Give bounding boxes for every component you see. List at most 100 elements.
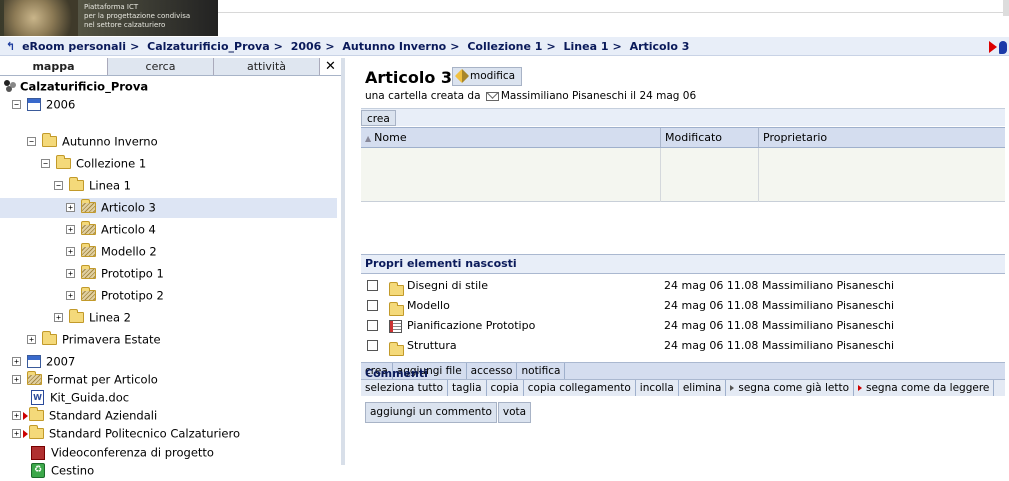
breadcrumb-item[interactable]: eRoom personali: [22, 40, 126, 53]
expand-icon[interactable]: +: [66, 291, 75, 300]
tree-root[interactable]: Calzaturificio_Prova: [4, 76, 148, 96]
banner-line-1: Piattaforma ICT: [84, 3, 139, 11]
breadcrumb-current: Articolo 3: [629, 40, 690, 53]
globe-image: [4, 0, 78, 36]
copy-link-button[interactable]: copia collegamento: [524, 380, 636, 396]
expand-icon[interactable]: +: [66, 203, 75, 212]
flags: [989, 40, 1007, 54]
collapse-icon[interactable]: −: [12, 100, 21, 109]
up-arrow-icon[interactable]: ↰: [6, 40, 15, 53]
mark-unread-button[interactable]: segna come da leggere: [854, 380, 995, 396]
paste-button[interactable]: incolla: [636, 380, 679, 396]
breadcrumb: ↰ eRoom personali > Calzaturificio_Prova >…: [0, 37, 1009, 56]
row-checkbox[interactable]: [367, 300, 378, 311]
sort-icon: ▲: [365, 134, 372, 143]
tree-node[interactable]: Videoconferenza di progetto: [31, 442, 214, 462]
article-folder-icon: [81, 221, 96, 235]
notify-button[interactable]: notifica: [517, 363, 566, 379]
tree-node[interactable]: W Kit_Guida.doc: [31, 387, 129, 407]
calendar-folder-icon: [27, 98, 41, 111]
main-content: Articolo 3 modifica una cartella creata …: [349, 58, 1009, 465]
select-all-button[interactable]: seleziona tutto: [361, 380, 449, 396]
tab-activity[interactable]: attività: [214, 58, 320, 75]
tree-node[interactable]: + Format per Articolo: [12, 369, 158, 389]
row-name[interactable]: Disegni di stile: [407, 276, 488, 296]
tree-node[interactable]: + Linea 2: [54, 307, 131, 327]
expand-icon[interactable]: +: [12, 429, 21, 438]
article-folder-icon: [81, 243, 96, 257]
row-name[interactable]: Modello: [407, 296, 450, 316]
page-title: Articolo 3: [365, 68, 453, 87]
column-divider: [758, 148, 759, 202]
edit-button[interactable]: modifica: [452, 67, 523, 86]
expand-icon[interactable]: +: [27, 335, 36, 344]
expand-icon[interactable]: +: [12, 375, 21, 384]
tab-map[interactable]: mappa: [0, 58, 108, 75]
row-checkbox[interactable]: [367, 320, 378, 331]
comment-buttons: aggiungi un commento vota: [365, 402, 532, 424]
tree-node[interactable]: + Primavera Estate: [27, 329, 161, 349]
cut-button[interactable]: taglia: [448, 380, 487, 396]
expand-icon[interactable]: +: [54, 313, 63, 322]
collapse-icon[interactable]: −: [54, 181, 63, 190]
article-folder-icon: [81, 199, 96, 213]
tree-node[interactable]: − Linea 1: [54, 175, 131, 195]
access-button[interactable]: accesso: [467, 363, 518, 379]
tree-node[interactable]: + Standard Aziendali: [12, 405, 157, 425]
create-button[interactable]: crea: [361, 110, 396, 126]
breadcrumb-separator: >: [325, 40, 335, 53]
tree-node-selected[interactable]: + Articolo 3: [66, 197, 156, 217]
creator-name[interactable]: Massimiliano Pisaneschi: [501, 90, 627, 102]
subtitle-prefix: una cartella creata da: [365, 90, 481, 102]
breadcrumb-item[interactable]: Autunno Inverno: [342, 40, 446, 53]
copy-button[interactable]: copia: [487, 380, 524, 396]
pencil-icon: [454, 68, 470, 84]
collapse-icon[interactable]: −: [27, 137, 36, 146]
row-name[interactable]: Struttura: [407, 336, 457, 356]
breadcrumb-item[interactable]: 2006: [291, 40, 322, 53]
row-name[interactable]: Pianificazione Prototipo: [407, 316, 535, 336]
tree-node[interactable]: ♻ Cestino: [31, 460, 94, 480]
breadcrumb-item[interactable]: Linea 1: [564, 40, 609, 53]
table-row[interactable]: Pianificazione Prototipo 24 mag 06 11.08…: [361, 316, 1005, 336]
expand-icon[interactable]: +: [66, 247, 75, 256]
breadcrumb-item[interactable]: Calzaturificio_Prova: [147, 40, 270, 53]
row-checkbox[interactable]: [367, 340, 378, 351]
tree-node[interactable]: + Modello 2: [66, 241, 157, 261]
expand-icon[interactable]: +: [12, 411, 21, 420]
column-name[interactable]: ▲ Nome: [361, 128, 660, 147]
table-row[interactable]: Modello 24 mag 06 11.08 Massimiliano Pis…: [361, 296, 1005, 316]
created-date: il 24 mag 06: [630, 90, 697, 102]
expand-icon[interactable]: +: [66, 225, 75, 234]
mark-read-button[interactable]: segna come già letto: [726, 380, 854, 396]
red-triangle-icon: [858, 385, 862, 391]
add-comment-button[interactable]: aggiungi un commento: [365, 402, 497, 423]
red-flag-icon[interactable]: [989, 41, 997, 53]
column-owner[interactable]: Proprietario: [758, 128, 1005, 147]
collapse-icon[interactable]: −: [41, 159, 50, 168]
expand-icon[interactable]: +: [12, 357, 21, 366]
tree-node[interactable]: +2007: [12, 351, 75, 371]
tree-node[interactable]: − Collezione 1: [41, 153, 146, 173]
close-icon[interactable]: ✕: [320, 58, 341, 75]
table-row[interactable]: Disegni di stile 24 mag 06 11.08 Massimi…: [361, 276, 1005, 296]
article-folder-icon: [81, 287, 96, 301]
vote-button[interactable]: vota: [497, 402, 532, 423]
tab-search[interactable]: cerca: [108, 58, 214, 75]
table-row[interactable]: Struttura 24 mag 06 11.08 Massimiliano P…: [361, 336, 1005, 356]
breadcrumb-separator: >: [546, 40, 556, 53]
tree-node[interactable]: + Standard Politecnico Calzaturiero: [12, 423, 240, 443]
expand-icon[interactable]: +: [66, 269, 75, 278]
blue-marker-icon[interactable]: [999, 40, 1007, 54]
column-modified[interactable]: Modificato: [660, 128, 758, 147]
row-checkbox[interactable]: [367, 280, 378, 291]
tree-node[interactable]: −2006: [12, 94, 75, 114]
tree-node[interactable]: − Autunno Inverno: [27, 131, 158, 151]
tree-node[interactable]: + Articolo 4: [66, 219, 156, 239]
tree-node[interactable]: + Prototipo 1: [66, 263, 164, 283]
mail-icon[interactable]: [485, 91, 499, 101]
delete-button[interactable]: elimina: [679, 380, 727, 396]
page-subtitle: una cartella creata da Massimiliano Pisa…: [365, 90, 696, 102]
breadcrumb-item[interactable]: Collezione 1: [467, 40, 542, 53]
tree-node[interactable]: + Prototipo 2: [66, 285, 164, 305]
